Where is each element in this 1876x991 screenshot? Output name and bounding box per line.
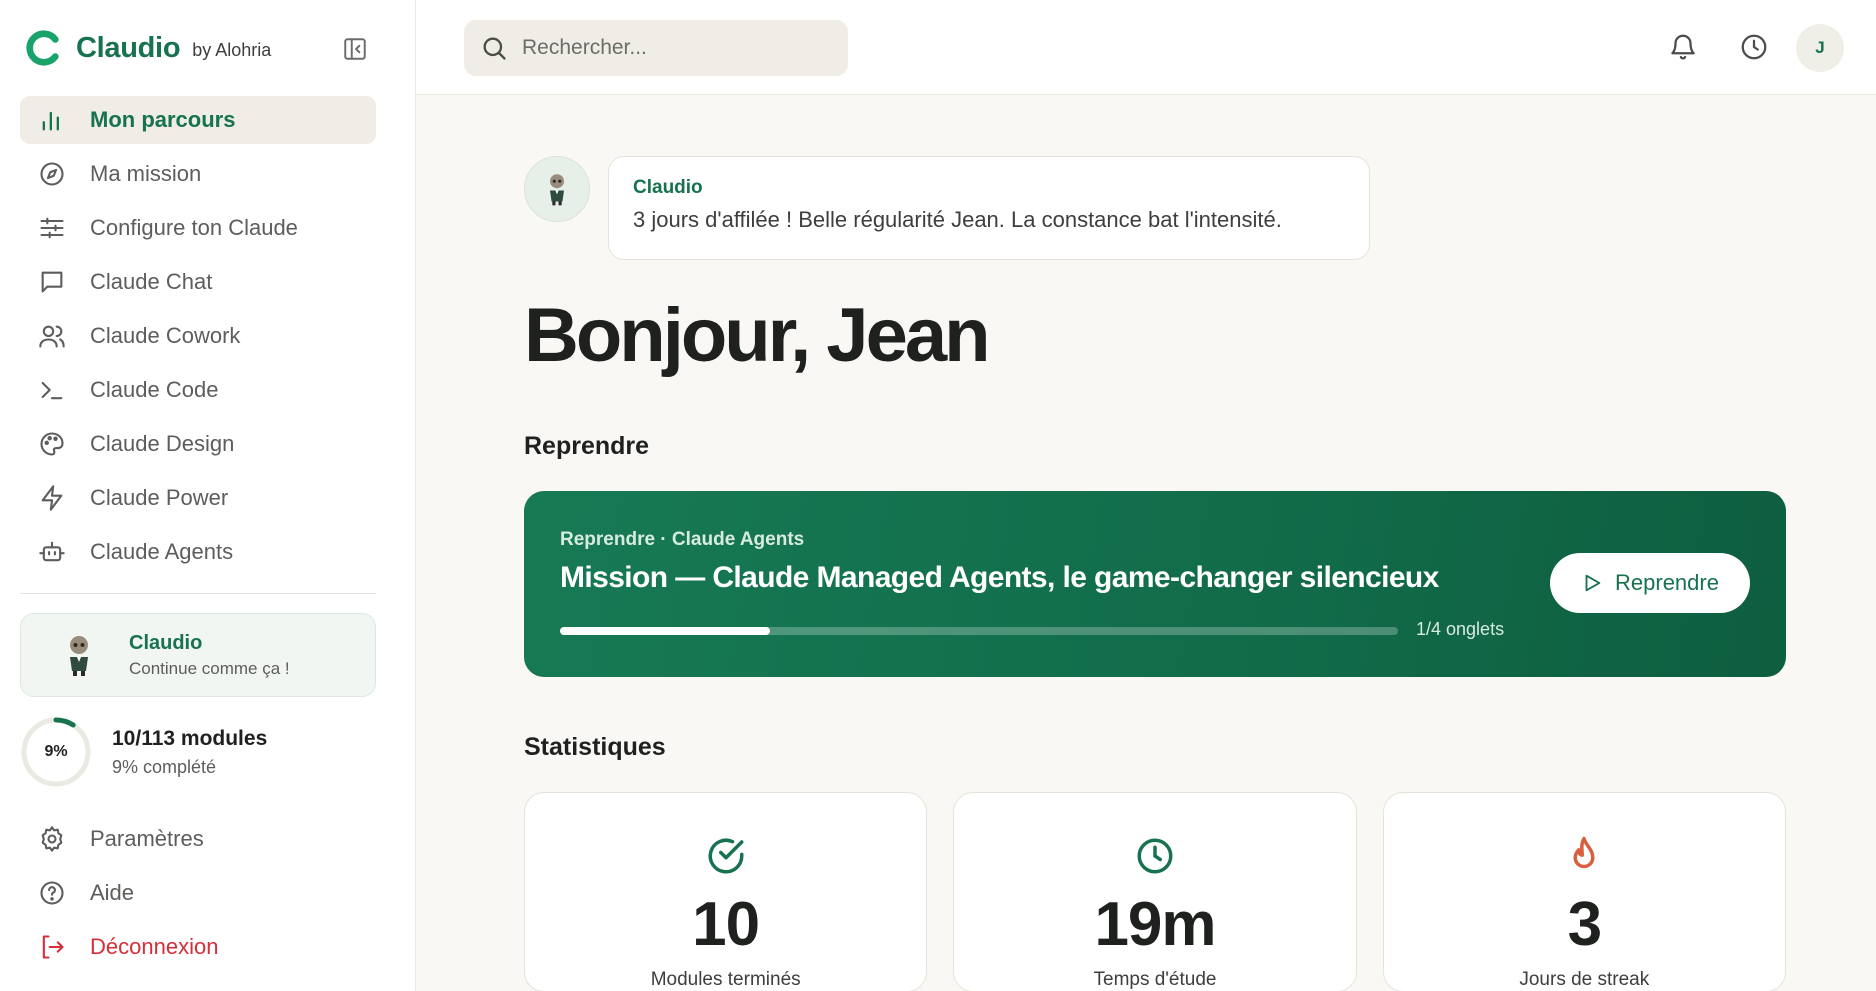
nav-item-label: Aide: [90, 880, 135, 905]
mascot-card[interactable]: Claudio Continue comme ça !: [20, 613, 376, 697]
bottom-nav: Paramètres Aide Déconnexion: [20, 815, 376, 977]
resume-eyebrow: Reprendre · Claude Agents: [560, 529, 805, 550]
mascot-icon: [550, 174, 564, 206]
search-icon: [483, 37, 506, 60]
resume-card[interactable]: Reprendre · Claude Agents Mission — Clau…: [524, 491, 1786, 677]
robot-icon: [39, 541, 65, 562]
nav-item-configure[interactable]: Configure ton Claude: [20, 204, 376, 252]
stat-label: Modules terminés: [650, 969, 801, 990]
bell-icon: [1671, 34, 1695, 60]
collapse-sidebar-button[interactable]: [340, 34, 370, 64]
section-title-reprendre: Reprendre: [524, 432, 650, 460]
main-area: J Claudio 3 jours d'af: [416, 0, 1876, 991]
modules-completed: 9% complété: [112, 756, 217, 777]
compass-icon: [40, 162, 64, 186]
stat-card-modules: 10 Modules terminés: [524, 792, 928, 991]
palette-icon: [40, 432, 64, 456]
bubble-name: Claudio: [633, 177, 703, 198]
bar-chart-icon: [42, 111, 59, 131]
nav-item-label: Claude Power: [90, 485, 229, 510]
nav-item-label: Paramètres: [90, 826, 204, 851]
bubble-text: 3 jours d'affilée ! Belle régularité Jea…: [633, 207, 1282, 232]
section-title-stats: Statistiques: [524, 733, 666, 761]
progress-percent: 9%: [44, 743, 68, 760]
progress-ring: 9%: [20, 716, 92, 788]
nav-item-help[interactable]: Aide: [20, 869, 376, 917]
nav-item-settings[interactable]: Paramètres: [20, 815, 376, 863]
nav-item-claude-design[interactable]: Claude Design: [20, 420, 376, 468]
nav-item-label: Claude Chat: [90, 269, 213, 294]
notifications-button[interactable]: [1666, 30, 1700, 64]
mascot-icon: [70, 636, 88, 676]
nav-item-claude-power[interactable]: Claude Power: [20, 474, 376, 522]
history-button[interactable]: [1737, 30, 1771, 64]
sliders-icon: [40, 217, 64, 239]
panel-collapse-icon: [344, 38, 366, 60]
modules-count: 10/113 modules: [112, 726, 268, 750]
sidebar: Claudio by Alohria Mon parcours Ma missi…: [0, 0, 416, 991]
nav-item-ma-mission[interactable]: Ma mission: [20, 150, 376, 198]
flame-icon: [1573, 836, 1595, 869]
stat-value: 3: [1567, 890, 1602, 959]
logout-icon: [42, 935, 64, 959]
dashboard-content: Claudio 3 jours d'affilée ! Belle régula…: [524, 156, 1786, 991]
resume-tabs-count: 1/4 onglets: [1416, 619, 1505, 639]
nav-item-mon-parcours[interactable]: Mon parcours: [20, 96, 376, 144]
mascot-card-subtitle: Continue comme ça !: [129, 658, 290, 678]
stats-row: 10 Modules terminés 19m Temps d'étude 3 …: [524, 792, 1786, 991]
nav-item-label: Claude Design: [90, 431, 235, 456]
assistant-avatar: [524, 156, 590, 222]
search-input[interactable]: [522, 36, 822, 60]
stat-value: 10: [692, 890, 760, 959]
clock-icon: [1741, 34, 1767, 60]
brand-by: by Alohria: [192, 40, 272, 60]
nav-item-logout[interactable]: Déconnexion: [20, 923, 376, 971]
resume-title: Mission — Claude Managed Agents, le game…: [560, 561, 1439, 594]
sidebar-divider: [20, 593, 376, 594]
nav-item-label: Mon parcours: [90, 107, 236, 132]
page-title: Bonjour, Jean: [524, 293, 991, 378]
terminal-icon: [41, 381, 63, 400]
stat-value: 19m: [1094, 890, 1216, 959]
gear-icon: [41, 826, 63, 852]
nav-item-claude-cowork[interactable]: Claude Cowork: [20, 312, 376, 360]
play-icon: [1585, 574, 1601, 592]
nav-item-label: Claude Agents: [90, 539, 234, 564]
nav-item-label: Claude Cowork: [90, 323, 241, 348]
stat-label: Jours de streak: [1519, 969, 1650, 990]
brand-name: Claudio: [76, 31, 181, 64]
nav-item-label: Ma mission: [90, 161, 202, 186]
nav-item-label: Configure ton Claude: [90, 215, 298, 240]
lightning-icon: [41, 485, 63, 511]
topbar: J: [416, 0, 1876, 95]
users-icon: [39, 325, 65, 348]
nav-item-claude-code[interactable]: Claude Code: [20, 366, 376, 414]
brand[interactable]: Claudio by Alohria: [24, 28, 271, 68]
modules-progress: 9% 10/113 modules 9% complété: [20, 716, 267, 788]
main-nav: Mon parcours Ma mission Configure ton Cl…: [20, 96, 376, 582]
nav-item-claude-agents[interactable]: Claude Agents: [20, 528, 376, 576]
chat-bubble-icon: [41, 271, 63, 293]
stat-card-time: 19m Temps d'étude: [953, 792, 1357, 991]
speech-bubble: Claudio 3 jours d'affilée ! Belle régula…: [608, 156, 1370, 260]
resume-button-label: Reprendre: [1615, 570, 1719, 595]
claudio-logo-icon: [26, 30, 59, 66]
stat-label: Temps d'étude: [1093, 969, 1217, 990]
stat-card-streak: 3 Jours de streak: [1382, 792, 1786, 991]
resume-progress-track: [560, 627, 1398, 635]
resume-progress-fill: [560, 627, 770, 635]
mascot-card-title: Claudio: [129, 631, 203, 654]
clock-icon: [1137, 838, 1173, 874]
search-box[interactable]: [464, 20, 848, 76]
nav-item-label: Claude Code: [90, 377, 219, 402]
resume-button[interactable]: Reprendre: [1550, 553, 1750, 613]
nav-item-label: Déconnexion: [90, 934, 219, 959]
help-circle-icon: [40, 881, 64, 905]
nav-item-claude-chat[interactable]: Claude Chat: [20, 258, 376, 306]
check-circle-icon: [708, 838, 744, 874]
app-root: Claudio by Alohria Mon parcours Ma missi…: [0, 0, 1876, 991]
assistant-message: Claudio 3 jours d'affilée ! Belle régula…: [524, 156, 1786, 260]
user-avatar[interactable]: J: [1796, 24, 1844, 72]
